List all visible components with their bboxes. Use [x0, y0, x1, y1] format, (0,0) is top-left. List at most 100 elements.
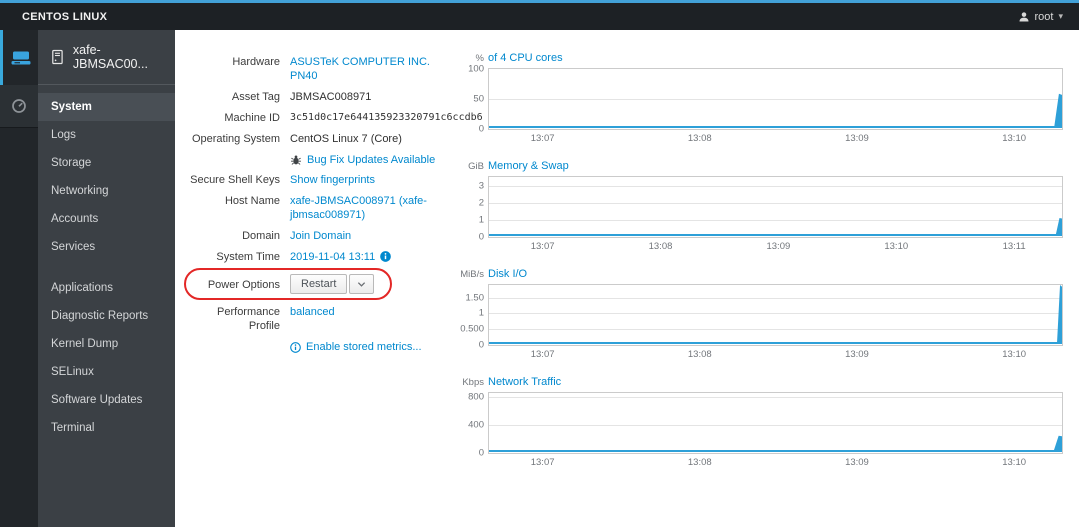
asset-tag-value: JBMSAC008971: [290, 90, 458, 104]
host-name-link[interactable]: xafe-JBMSAC008971 (xafe-jbmsac008971): [290, 194, 458, 222]
host-header[interactable]: xafe-JBMSAC00...: [38, 30, 175, 85]
operating-system-value: CentOS Linux 7 (Core): [290, 132, 458, 146]
chart-network-traffic-title-link[interactable]: Network Traffic: [488, 376, 561, 388]
machine-id-value: 3c51d0c17e644135923320791c6ccdb6: [290, 111, 483, 125]
y-tick-label: 0.500: [460, 323, 484, 335]
performance-profile-link[interactable]: balanced: [290, 305, 335, 319]
x-tick-label: 13:07: [530, 241, 555, 252]
sidebar-item-diagnostic-reports[interactable]: Diagnostic Reports: [38, 302, 175, 330]
host-doc-icon: [52, 49, 63, 65]
sidebar-item-kernel-dump[interactable]: Kernel Dump: [38, 330, 175, 358]
power-options-label: Power Options: [207, 279, 280, 292]
ssh-keys-value: Show fingerprints: [290, 173, 458, 187]
sidebar-item-networking[interactable]: Networking: [38, 177, 175, 205]
series-spike: [1053, 218, 1062, 236]
info-outline-icon: [290, 341, 301, 353]
system-time-link[interactable]: 2019-11-04 13:11: [290, 250, 375, 264]
chart-network-traffic-plot[interactable]: 800 400 0: [468, 391, 1063, 459]
gridline: [489, 396, 1062, 398]
dashboard-tab[interactable]: [0, 85, 38, 128]
y-tick-label: 0: [478, 339, 484, 351]
stored-metrics-link[interactable]: Enable stored metrics...: [306, 340, 422, 354]
gridline: [489, 202, 1062, 204]
chevron-down-icon: ▾: [1058, 11, 1063, 21]
chart-disk-i-o-title-row: MiB/s Disk I/O: [458, 268, 1063, 280]
performance-profile-value: balanced: [290, 305, 458, 319]
series-spike: [1055, 284, 1062, 344]
domain-label: Domain: [242, 229, 280, 242]
hardware-link[interactable]: ASUSTeK COMPUTER INC. PN40: [290, 55, 458, 83]
chart-of-4-cpu-cores-x-axis: 13:07 13:08 13:09 13:10: [488, 133, 1063, 146]
restart-button[interactable]: Restart: [290, 274, 348, 295]
series-baseline: [489, 126, 1062, 128]
series-baseline: [489, 234, 1062, 236]
chevron-down-icon: [358, 281, 366, 287]
chart-of-4-cpu-cores-plot[interactable]: 100 50 0: [468, 64, 1063, 135]
asset-tag-text: JBMSAC008971: [290, 91, 372, 104]
x-tick-label: 13:09: [845, 133, 869, 144]
power-options-value: Restart: [290, 274, 458, 295]
y-tick-label: 0: [478, 123, 484, 135]
chart-of-4-cpu-cores: % of 4 CPU cores 100 50 0 13:07 13:08 13:09 13:1…: [458, 52, 1063, 146]
nav-group-spacer: [38, 261, 175, 274]
bug-fix-updates-link[interactable]: Bug Fix Updates Available: [307, 153, 435, 167]
bug-fix-updates-row: Bug Fix Updates Available: [183, 149, 458, 170]
series-spike: [1051, 93, 1062, 128]
chart-network-traffic: Kbps Network Traffic 800 400 0 13:07 13:08 13:0…: [458, 376, 1063, 470]
user-menu[interactable]: root ▾: [1018, 11, 1063, 23]
dashboard-gauge-icon: [12, 99, 26, 113]
ssh-keys-link[interactable]: Show fingerprints: [290, 173, 375, 187]
host-machine-tab[interactable]: [0, 30, 38, 85]
y-tick-label: 400: [468, 419, 484, 431]
sidebar-item-storage[interactable]: Storage: [38, 149, 175, 177]
machine-id-row: Machine ID 3c51d0c17e644135923320791c6ccd…: [183, 108, 482, 129]
gridline: [489, 313, 1062, 315]
chart-of-4-cpu-cores-title-link[interactable]: of 4 CPU cores: [488, 52, 563, 64]
charts-column: % of 4 CPU cores 100 50 0 13:07 13:08 13:09 13:1…: [458, 52, 1079, 527]
chart-disk-i-o-title-link[interactable]: Disk I/O: [488, 268, 527, 280]
gridline: [489, 424, 1062, 426]
sidebar-item-selinux[interactable]: SELinux: [38, 358, 175, 386]
chart-of-4-cpu-cores-unit: %: [475, 53, 484, 64]
restart-dropdown-toggle[interactable]: [349, 274, 375, 295]
chart-memory-swap-title-row: GiB Memory & Swap: [458, 160, 1063, 172]
y-tick-label: 50: [473, 93, 484, 105]
chart-disk-i-o-plot[interactable]: 1.50 1 0.500 0: [460, 284, 1063, 351]
chart-memory-swap-x-axis: 13:07 13:08 13:09 13:10 13:11: [488, 241, 1063, 254]
sidebar-item-terminal[interactable]: Terminal: [38, 414, 175, 442]
y-tick-label: 1: [478, 214, 484, 226]
chart-disk-i-o: MiB/s Disk I/O 1.50 1 0.500 0 13:07 13:08 13:09 1…: [458, 268, 1063, 362]
sidebar-item-system[interactable]: System: [38, 93, 175, 121]
chart-network-traffic-title-row: Kbps Network Traffic: [458, 376, 1063, 388]
chart-of-4-cpu-cores-plot-wrap: 100 50 0 13:07 13:08 13:09 13:10: [468, 64, 1063, 146]
y-tick-label: 0: [478, 447, 484, 459]
server-icon: [11, 51, 30, 64]
system-time-row: System Time 2019-11-04 13:11: [183, 246, 458, 267]
sidebar-item-logs[interactable]: Logs: [38, 121, 175, 149]
chart-memory-swap-plot[interactable]: 3 2 1 0: [479, 176, 1063, 243]
x-tick-label: 13:07: [530, 457, 555, 468]
operating-system-text: CentOS Linux 7 (Core): [290, 132, 402, 145]
system-time-value: 2019-11-04 13:11: [290, 250, 458, 264]
sidebar-item-software-updates[interactable]: Software Updates: [38, 386, 175, 414]
sidebar-item-applications[interactable]: Applications: [38, 274, 175, 302]
y-tick-label: 2: [478, 197, 484, 209]
chart-of-4-cpu-cores-title-row: % of 4 CPU cores: [458, 52, 1063, 64]
bug-fix-updates-value: Bug Fix Updates Available: [290, 153, 458, 167]
domain-link[interactable]: Join Domain: [290, 229, 351, 243]
sidebar-item-accounts[interactable]: Accounts: [38, 205, 175, 233]
x-tick-label: 13:10: [884, 241, 909, 252]
sidebar: xafe-JBMSAC00... System Logs Storage Networ…: [38, 30, 175, 527]
info-filled-icon: [380, 251, 392, 262]
asset-tag-row: Asset Tag JBMSAC008971: [183, 87, 458, 108]
x-tick-label: 13:11: [1002, 241, 1026, 252]
machine-id-text: 3c51d0c17e644135923320791c6ccdb6: [290, 111, 483, 123]
x-tick-label: 13:08: [648, 241, 673, 252]
chart-network-traffic-unit: Kbps: [462, 377, 484, 388]
gridline: [489, 185, 1062, 187]
chart-memory-swap: GiB Memory & Swap 3 2 1 0 13:07 13:08 13:09 13:10…: [458, 160, 1063, 254]
y-tick-label: 0: [478, 231, 484, 243]
sidebar-item-services[interactable]: Services: [38, 233, 175, 261]
host-name-label: xafe-JBMSAC00...: [72, 43, 148, 71]
chart-memory-swap-title-link[interactable]: Memory & Swap: [488, 160, 569, 172]
